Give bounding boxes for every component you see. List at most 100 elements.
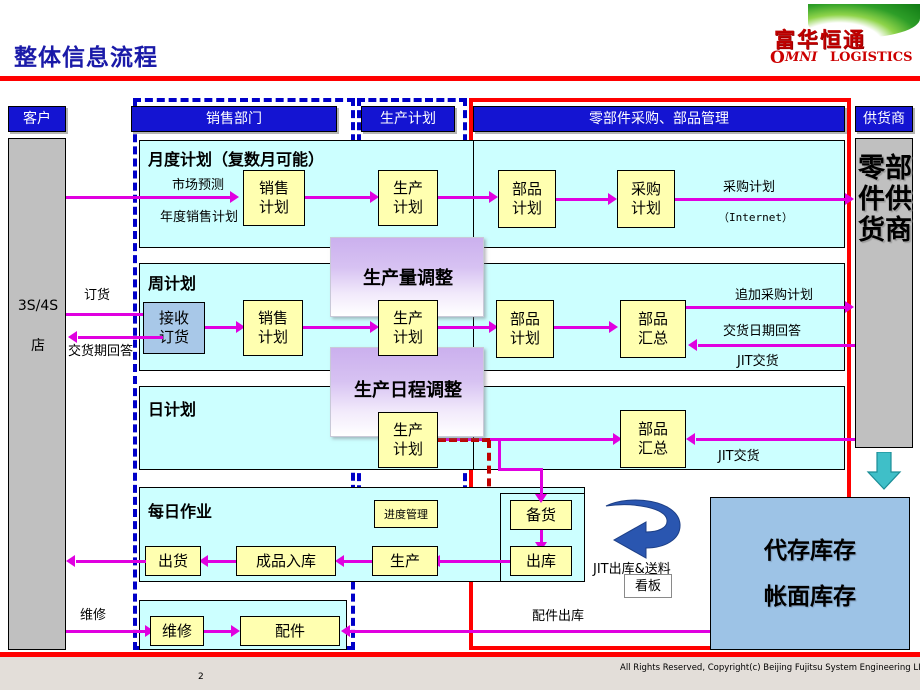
teal-down-arrow-icon — [866, 451, 902, 490]
panel-inventory: 代存库存 帐面库存 — [710, 497, 910, 650]
arrowhead-supplier-to-summary-weekly — [688, 339, 697, 351]
customer-column-label-2: 店 — [31, 338, 45, 354]
band-daily-ops-label: 每日作业 — [148, 502, 213, 521]
recycle-arrow-icon — [600, 498, 686, 560]
arrow-purchase-to-supplier — [675, 198, 847, 201]
box-production-label: 生产 — [389, 551, 420, 570]
box-prod-plan-monthly-line2: 计划 — [392, 198, 423, 216]
box-progress-mgmt-label: 进度管理 — [384, 507, 428, 521]
box-sales-plan-monthly: 销售 计划 — [243, 170, 305, 226]
box-kanban: 看板 — [624, 574, 672, 598]
box-sales-plan-weekly: 销售 计划 — [243, 300, 303, 356]
arrow-prod-to-parts-weekly — [438, 326, 492, 329]
box-parts-summary-weekly-line2: 汇总 — [637, 329, 668, 347]
column-header-supplier: 供货商 — [855, 106, 913, 132]
arrow-production-to-finished — [344, 560, 372, 563]
flow-label-jit-delivery-daily: JIT交货 — [718, 449, 760, 464]
box-kanban-label: 看板 — [634, 578, 661, 594]
arrow-parts-to-summary-weekly — [554, 326, 612, 329]
box-prod-plan-monthly-line1: 生产 — [392, 179, 423, 197]
arrow-receive-to-sales-weekly — [205, 326, 239, 329]
arrow-outbound-to-production — [440, 560, 510, 563]
box-parts-plan-monthly: 部品 计划 — [498, 170, 556, 228]
band-weekly-label: 周计划 — [148, 274, 197, 293]
panel-schedule-adjust-label: 生产日程调整 — [354, 380, 462, 401]
box-prod-plan-weekly-front-line1: 生产 — [392, 309, 423, 327]
arrow-supplier-to-summary-daily — [696, 438, 855, 441]
arrowhead-repair-to-spare — [231, 625, 240, 637]
arrow-parts-to-purchase-monthly — [556, 198, 611, 201]
line-summary-to-stock-prep-h — [498, 468, 543, 471]
arrowhead-shipment-to-customer — [66, 555, 75, 567]
box-parts-plan-monthly-line2: 计划 — [511, 199, 542, 217]
band-monthly-label: 月度计划（复数月可能） — [148, 150, 325, 169]
box-shipment: 出货 — [145, 546, 201, 576]
box-repair-label: 维修 — [161, 621, 192, 640]
box-parts-plan-monthly-line1: 部品 — [511, 180, 542, 198]
arrowhead-supplier-to-summary-daily — [686, 433, 695, 445]
footer-background — [0, 657, 920, 690]
title-divider — [0, 76, 920, 81]
panel-inventory-line1: 代存库存 — [764, 537, 856, 564]
flow-label-repair: 维修 — [80, 608, 107, 623]
band-daily-plan-label: 日计划 — [148, 400, 197, 419]
arrow-receive-order-to-customer — [78, 336, 163, 339]
box-stock-prep-label: 备货 — [525, 505, 556, 524]
box-prod-plan-daily-front-line2: 计划 — [392, 440, 423, 458]
flow-label-internet: （Internet） — [718, 211, 793, 224]
logo-o-icon: O — [770, 48, 785, 68]
box-sales-plan-weekly-line2: 计划 — [257, 328, 288, 346]
logo-logistics-text: LOGISTICS — [830, 50, 913, 65]
box-purchase-plan-monthly: 采购 计划 — [617, 170, 675, 228]
page-title: 整体信息流程 — [14, 45, 158, 71]
box-parts-plan-weekly: 部品 计划 — [496, 300, 554, 358]
box-prod-plan-weekly-front: 生产 计划 — [378, 300, 438, 356]
flow-label-delivery-reply: 交货期回答 — [68, 344, 134, 359]
box-finished-goods-in-label: 成品入库 — [255, 551, 316, 570]
box-sales-plan-monthly-line2: 计划 — [258, 198, 289, 216]
box-shipment-label: 出货 — [157, 551, 188, 570]
box-stock-prep: 备货 — [510, 500, 572, 530]
page-number: 2 — [198, 672, 204, 682]
box-spare-parts: 配件 — [240, 616, 340, 646]
arrow-prod-to-parts-monthly — [438, 196, 492, 199]
box-parts-plan-weekly-line2: 计划 — [509, 329, 540, 347]
arrowhead-customer-to-sales-plan — [230, 191, 239, 203]
arrow-sales-to-prod-weekly — [303, 326, 373, 329]
arrowhead-parts-to-purchase-monthly — [608, 193, 617, 205]
arrow-customer-to-sales-plan — [66, 196, 233, 199]
arrowhead-parts-to-summary-weekly — [609, 321, 618, 333]
box-parts-summary-weekly-line1: 部品 — [637, 310, 668, 328]
box-production: 生产 — [372, 546, 438, 576]
arrow-sales-to-prod-monthly — [305, 196, 373, 199]
box-prod-plan-monthly: 生产 计划 — [378, 170, 438, 226]
copyright-text: All Rights Reserved, Copyright(c) Beijin… — [620, 663, 920, 673]
box-parts-summary-daily-line1: 部品 — [637, 420, 668, 438]
flow-label-additional-purchase: 追加采购计划 — [735, 288, 814, 303]
arrowhead-prod-to-parts-monthly — [489, 191, 498, 203]
box-sales-plan-monthly-line1: 销售 — [258, 179, 289, 197]
flow-label-jit-delivery-weekly: JIT交货 — [737, 354, 779, 369]
flow-label-order: 订货 — [84, 288, 111, 303]
box-purchase-plan-monthly-line1: 采购 — [630, 180, 661, 198]
panel-inventory-line2: 帐面库存 — [764, 583, 856, 610]
arrowhead-production-to-finished — [335, 555, 344, 567]
customer-column-label-1: 3S/4S — [17, 298, 59, 314]
box-prod-plan-daily-front: 生产 计划 — [378, 412, 438, 468]
column-header-purchasing: 零部件采购、部品管理 — [473, 106, 845, 132]
arrow-summary-to-supplier-weekly — [686, 306, 847, 309]
flow-label-delivery-date-reply: 交货日期回答 — [723, 324, 802, 339]
arrowhead-purchase-to-supplier — [845, 193, 854, 205]
box-parts-summary-weekly: 部品 汇总 — [620, 300, 686, 358]
box-parts-summary-daily: 部品 汇总 — [620, 410, 686, 468]
box-prod-plan-daily-front-line1: 生产 — [392, 421, 423, 439]
arrow-parts-outbound-to-spare — [350, 630, 710, 633]
box-progress-mgmt: 进度管理 — [374, 500, 438, 528]
arrow-shipment-to-customer — [76, 560, 146, 563]
box-parts-plan-weekly-line1: 部品 — [509, 310, 540, 328]
box-repair: 维修 — [150, 616, 204, 646]
box-parts-summary-daily-line2: 汇总 — [637, 439, 668, 457]
column-header-sales-dept: 销售部门 — [131, 106, 337, 132]
arrowhead-summary-to-supplier-weekly — [845, 301, 854, 313]
arrowhead-receive-order-to-customer — [68, 331, 77, 343]
